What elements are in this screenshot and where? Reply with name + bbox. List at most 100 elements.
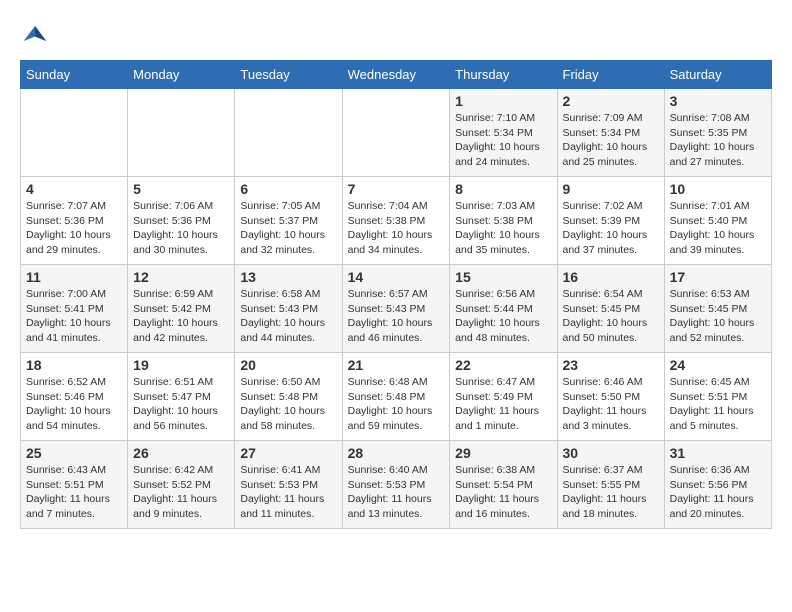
day-info: Sunrise: 7:03 AM Sunset: 5:38 PM Dayligh… <box>455 199 551 258</box>
day-info: Sunrise: 7:00 AM Sunset: 5:41 PM Dayligh… <box>26 287 122 346</box>
day-info: Sunrise: 6:38 AM Sunset: 5:54 PM Dayligh… <box>455 463 551 522</box>
day-number: 22 <box>455 357 551 373</box>
day-info: Sunrise: 7:10 AM Sunset: 5:34 PM Dayligh… <box>455 111 551 170</box>
calendar-cell: 7 Sunrise: 7:04 AM Sunset: 5:38 PM Daylig… <box>342 177 450 265</box>
calendar-cell: 20 Sunrise: 6:50 AM Sunset: 5:48 PM Dayli… <box>235 353 342 441</box>
calendar-cell: 16Sunrise: 6:54 AM Sunset: 5:45 PM Dayli… <box>557 265 664 353</box>
calendar-cell: 9Sunrise: 7:02 AM Sunset: 5:39 PM Daylig… <box>557 177 664 265</box>
day-info: Sunrise: 7:02 AM Sunset: 5:39 PM Dayligh… <box>563 199 659 258</box>
calendar-cell: 2Sunrise: 7:09 AM Sunset: 5:34 PM Daylig… <box>557 89 664 177</box>
day-number: 7 <box>348 181 445 197</box>
calendar-cell: 31 Sunrise: 6:36 AM Sunset: 5:56 PM Dayli… <box>664 441 771 529</box>
day-number: 13 <box>240 269 336 285</box>
calendar-cell: 26 Sunrise: 6:42 AM Sunset: 5:52 PM Dayli… <box>128 441 235 529</box>
day-info: Sunrise: 6:42 AM Sunset: 5:52 PM Dayligh… <box>133 463 229 522</box>
calendar-cell: 10 Sunrise: 7:01 AM Sunset: 5:40 PM Dayli… <box>664 177 771 265</box>
day-info: Sunrise: 6:36 AM Sunset: 5:56 PM Dayligh… <box>670 463 766 522</box>
day-info: Sunrise: 6:52 AM Sunset: 5:46 PM Dayligh… <box>26 375 122 434</box>
calendar-cell: 22 Sunrise: 6:47 AM Sunset: 5:49 PM Dayli… <box>450 353 557 441</box>
calendar-header-row: SundayMondayTuesdayWednesdayThursdayFrid… <box>21 61 772 89</box>
logo <box>20 20 54 50</box>
day-number: 17 <box>670 269 766 285</box>
day-info: Sunrise: 6:48 AM Sunset: 5:48 PM Dayligh… <box>348 375 445 434</box>
day-info: Sunrise: 6:59 AM Sunset: 5:42 PM Dayligh… <box>133 287 229 346</box>
weekday-header-wednesday: Wednesday <box>342 61 450 89</box>
day-number: 6 <box>240 181 336 197</box>
day-number: 3 <box>670 93 766 109</box>
day-number: 21 <box>348 357 445 373</box>
calendar-cell <box>128 89 235 177</box>
calendar-cell: 6 Sunrise: 7:05 AM Sunset: 5:37 PM Daylig… <box>235 177 342 265</box>
day-number: 20 <box>240 357 336 373</box>
day-number: 25 <box>26 445 122 461</box>
day-number: 4 <box>26 181 122 197</box>
day-info: Sunrise: 7:04 AM Sunset: 5:38 PM Dayligh… <box>348 199 445 258</box>
day-info: Sunrise: 6:45 AM Sunset: 5:51 PM Dayligh… <box>670 375 766 434</box>
day-info: Sunrise: 7:06 AM Sunset: 5:36 PM Dayligh… <box>133 199 229 258</box>
day-info: Sunrise: 6:56 AM Sunset: 5:44 PM Dayligh… <box>455 287 551 346</box>
calendar-cell: 1 Sunrise: 7:10 AM Sunset: 5:34 PM Daylig… <box>450 89 557 177</box>
day-number: 28 <box>348 445 445 461</box>
day-number: 26 <box>133 445 229 461</box>
day-number: 11 <box>26 269 122 285</box>
day-number: 10 <box>670 181 766 197</box>
day-number: 5 <box>133 181 229 197</box>
calendar-cell: 27 Sunrise: 6:41 AM Sunset: 5:53 PM Dayli… <box>235 441 342 529</box>
calendar-cell: 14 Sunrise: 6:57 AM Sunset: 5:43 PM Dayli… <box>342 265 450 353</box>
calendar-cell: 13 Sunrise: 6:58 AM Sunset: 5:43 PM Dayli… <box>235 265 342 353</box>
calendar-week-row: 11 Sunrise: 7:00 AM Sunset: 5:41 PM Dayli… <box>21 265 772 353</box>
weekday-header-saturday: Saturday <box>664 61 771 89</box>
day-info: Sunrise: 6:47 AM Sunset: 5:49 PM Dayligh… <box>455 375 551 434</box>
logo-icon <box>20 20 50 50</box>
calendar-cell <box>235 89 342 177</box>
calendar-cell: 29Sunrise: 6:38 AM Sunset: 5:54 PM Dayli… <box>450 441 557 529</box>
day-number: 24 <box>670 357 766 373</box>
calendar-cell <box>21 89 128 177</box>
calendar-cell: 30 Sunrise: 6:37 AM Sunset: 5:55 PM Dayli… <box>557 441 664 529</box>
day-number: 30 <box>563 445 659 461</box>
day-info: Sunrise: 6:41 AM Sunset: 5:53 PM Dayligh… <box>240 463 336 522</box>
day-info: Sunrise: 6:58 AM Sunset: 5:43 PM Dayligh… <box>240 287 336 346</box>
calendar-cell: 24 Sunrise: 6:45 AM Sunset: 5:51 PM Dayli… <box>664 353 771 441</box>
calendar-cell: 28 Sunrise: 6:40 AM Sunset: 5:53 PM Dayli… <box>342 441 450 529</box>
day-number: 14 <box>348 269 445 285</box>
day-info: Sunrise: 7:09 AM Sunset: 5:34 PM Dayligh… <box>563 111 659 170</box>
day-number: 23 <box>563 357 659 373</box>
calendar-cell: 25 Sunrise: 6:43 AM Sunset: 5:51 PM Dayli… <box>21 441 128 529</box>
calendar-cell: 4 Sunrise: 7:07 AM Sunset: 5:36 PM Daylig… <box>21 177 128 265</box>
day-info: Sunrise: 7:08 AM Sunset: 5:35 PM Dayligh… <box>670 111 766 170</box>
weekday-header-thursday: Thursday <box>450 61 557 89</box>
calendar-cell: 8 Sunrise: 7:03 AM Sunset: 5:38 PM Daylig… <box>450 177 557 265</box>
calendar-cell: 15 Sunrise: 6:56 AM Sunset: 5:44 PM Dayli… <box>450 265 557 353</box>
day-info: Sunrise: 6:46 AM Sunset: 5:50 PM Dayligh… <box>563 375 659 434</box>
calendar-cell: 19 Sunrise: 6:51 AM Sunset: 5:47 PM Dayli… <box>128 353 235 441</box>
day-info: Sunrise: 6:37 AM Sunset: 5:55 PM Dayligh… <box>563 463 659 522</box>
day-info: Sunrise: 7:05 AM Sunset: 5:37 PM Dayligh… <box>240 199 336 258</box>
weekday-header-sunday: Sunday <box>21 61 128 89</box>
calendar-week-row: 1 Sunrise: 7:10 AM Sunset: 5:34 PM Daylig… <box>21 89 772 177</box>
day-number: 27 <box>240 445 336 461</box>
weekday-header-monday: Monday <box>128 61 235 89</box>
calendar-cell: 17Sunrise: 6:53 AM Sunset: 5:45 PM Dayli… <box>664 265 771 353</box>
day-info: Sunrise: 7:07 AM Sunset: 5:36 PM Dayligh… <box>26 199 122 258</box>
day-info: Sunrise: 6:43 AM Sunset: 5:51 PM Dayligh… <box>26 463 122 522</box>
calendar-week-row: 25 Sunrise: 6:43 AM Sunset: 5:51 PM Dayli… <box>21 441 772 529</box>
calendar-cell: 23 Sunrise: 6:46 AM Sunset: 5:50 PM Dayli… <box>557 353 664 441</box>
day-info: Sunrise: 7:01 AM Sunset: 5:40 PM Dayligh… <box>670 199 766 258</box>
day-info: Sunrise: 6:57 AM Sunset: 5:43 PM Dayligh… <box>348 287 445 346</box>
day-number: 8 <box>455 181 551 197</box>
day-number: 31 <box>670 445 766 461</box>
day-number: 15 <box>455 269 551 285</box>
calendar-week-row: 4 Sunrise: 7:07 AM Sunset: 5:36 PM Daylig… <box>21 177 772 265</box>
weekday-header-tuesday: Tuesday <box>235 61 342 89</box>
calendar-cell: 21 Sunrise: 6:48 AM Sunset: 5:48 PM Dayli… <box>342 353 450 441</box>
day-info: Sunrise: 6:40 AM Sunset: 5:53 PM Dayligh… <box>348 463 445 522</box>
day-number: 19 <box>133 357 229 373</box>
day-number: 18 <box>26 357 122 373</box>
day-info: Sunrise: 6:54 AM Sunset: 5:45 PM Dayligh… <box>563 287 659 346</box>
calendar-cell: 11 Sunrise: 7:00 AM Sunset: 5:41 PM Dayli… <box>21 265 128 353</box>
day-info: Sunrise: 6:50 AM Sunset: 5:48 PM Dayligh… <box>240 375 336 434</box>
day-number: 1 <box>455 93 551 109</box>
calendar-cell <box>342 89 450 177</box>
day-info: Sunrise: 6:51 AM Sunset: 5:47 PM Dayligh… <box>133 375 229 434</box>
